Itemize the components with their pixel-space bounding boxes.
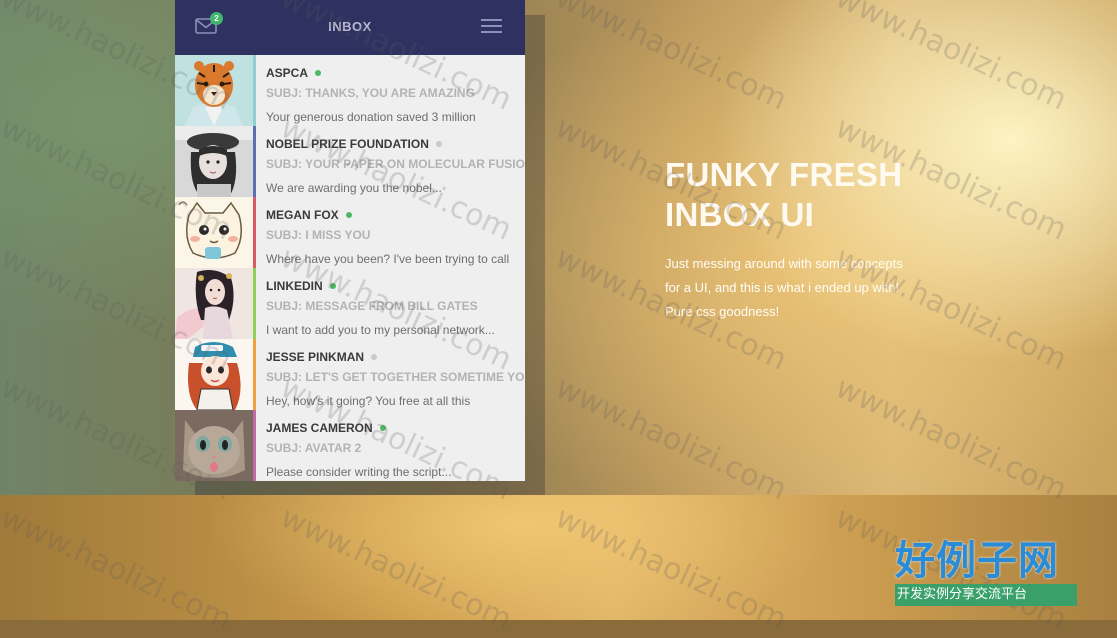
inbox-header: 2 INBOX [175, 0, 525, 55]
status-dot [379, 424, 386, 431]
message-subject: SUBJ: MESSAGE FROM BILL GATES [266, 299, 478, 313]
status-dot [371, 353, 378, 360]
sender-name-text: ASPCA [266, 66, 309, 80]
message-row[interactable]: NOBEL PRIZE FOUNDATION SUBJ: YOUR PAPER … [175, 126, 525, 197]
sender-name: JAMES CAMERON [266, 420, 525, 436]
message-preview: I want to add you to my personal network… [266, 323, 495, 337]
message-subject: SUBJ: THANKS, YOU ARE AMAZING [266, 86, 475, 100]
cartoon-girl-cap-avatar [175, 339, 253, 410]
logo-title: 好例子网 [895, 538, 1059, 584]
message-subject: SUBJ: AVATAR 2 [266, 441, 362, 455]
message-row[interactable]: LINKEDIN SUBJ: MESSAGE FROM BILL GATES I… [175, 268, 525, 339]
hero-description: Just messing around with some concepts f… [665, 256, 903, 319]
sender-name: LINKEDIN [266, 278, 525, 294]
row-color-stripe [253, 55, 256, 126]
sender-name-text: MEGAN FOX [266, 208, 339, 222]
row-color-stripe [253, 339, 256, 410]
message-preview: Where have you been? I've been trying to… [266, 252, 510, 266]
row-color-stripe [253, 197, 256, 268]
hamburger-menu-icon[interactable] [481, 19, 502, 33]
status-dot [329, 282, 336, 289]
hero-title-line-1: FUNKY FRESH [665, 156, 903, 193]
hero-title: FUNKY FRESH INBOX UI [665, 155, 902, 235]
sender-name: MEGAN FOX [266, 207, 525, 223]
inbox-title: INBOX [328, 19, 372, 34]
message-row[interactable]: MEGAN FOX SUBJ: I MISS YOU Where have yo… [175, 197, 525, 268]
message-subject: SUBJ: LET'S GET TOGETHER SOMETIME YO! [266, 370, 525, 384]
message-subject: SUBJ: I MISS YOU [266, 228, 371, 242]
row-color-stripe [253, 268, 256, 339]
sender-name-text: JESSE PINKMAN [266, 350, 365, 364]
tiger-avatar [175, 55, 253, 126]
hero-title-line-2: INBOX UI [665, 196, 815, 233]
sender-name: JESSE PINKMAN [266, 349, 525, 365]
sender-name-text: LINKEDIN [266, 279, 323, 293]
message-list: ASPCA SUBJ: THANKS, YOU ARE AMAZING Your… [175, 55, 525, 481]
message-preview: Please consider writing the script... [266, 465, 452, 479]
row-color-stripe [253, 410, 256, 481]
sender-name-text: JAMES CAMERON [266, 421, 373, 435]
sender-name: ASPCA [266, 65, 525, 81]
message-row[interactable]: JESSE PINKMAN SUBJ: LET'S GET TOGETHER S… [175, 339, 525, 410]
message-preview: Your generous donation saved 3 million [266, 110, 476, 124]
message-subject: SUBJ: YOUR PAPER ON MOLECULAR FUSION [266, 157, 525, 171]
cat-photo-avatar [175, 410, 253, 481]
site-logo: 好例子网 开发实例分享交流平台 [895, 538, 1077, 612]
status-dot [315, 69, 322, 76]
status-dot [345, 211, 352, 218]
illustrated-woman-avatar [175, 268, 253, 339]
message-row[interactable]: JAMES CAMERON SUBJ: AVATAR 2 Please cons… [175, 410, 525, 481]
status-dot [435, 140, 442, 147]
sender-name-text: NOBEL PRIZE FOUNDATION [266, 137, 429, 151]
cartoon-cat-avatar [175, 197, 253, 268]
message-preview: Hey, how's it going? You free at all thi… [266, 394, 471, 408]
row-color-stripe [253, 126, 256, 197]
inbox-panel: 2 INBOX ASPCA SUBJ: THANKS, YOU ARE AMAZ… [175, 0, 525, 481]
logo-subtitle: 开发实例分享交流平台 [895, 584, 1077, 606]
background-top [0, 0, 1117, 495]
message-row[interactable]: ASPCA SUBJ: THANKS, YOU ARE AMAZING Your… [175, 55, 525, 126]
girl-photo-avatar [175, 126, 253, 197]
message-preview: We are awarding you the nobel... [266, 181, 442, 195]
sender-name: NOBEL PRIZE FOUNDATION [266, 136, 525, 152]
